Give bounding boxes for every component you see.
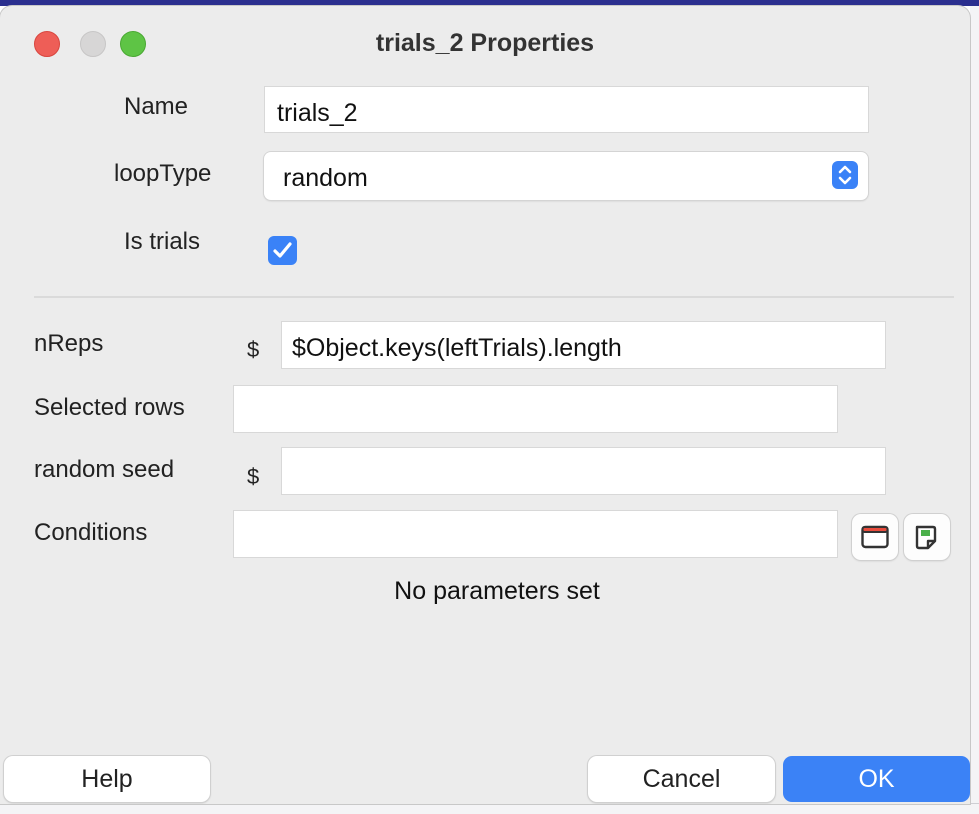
selected-rows-input[interactable] — [233, 385, 838, 433]
properties-dialog: trials_2 Properties Name trials_2 loopTy… — [0, 6, 970, 804]
is-trials-label: Is trials — [124, 228, 201, 255]
desktop-backdrop-right — [970, 6, 979, 814]
document-icon — [915, 525, 937, 550]
loop-type-label: loopType — [114, 160, 212, 187]
loop-type-value: random — [283, 164, 368, 192]
nreps-input[interactable]: $Object.keys(leftTrials).length — [281, 321, 886, 369]
title-bar: trials_2 Properties — [0, 6, 970, 72]
random-seed-input[interactable] — [281, 447, 886, 495]
section-divider — [34, 296, 954, 298]
checkmark-icon — [273, 242, 292, 258]
conditions-input[interactable] — [233, 510, 838, 558]
preview-conditions-button[interactable] — [904, 514, 950, 560]
desktop-backdrop-bottom — [0, 803, 979, 814]
open-conditions-file-button[interactable] — [852, 514, 898, 560]
nreps-label: nReps — [34, 330, 104, 357]
folder-icon — [861, 525, 889, 549]
ok-button[interactable]: OK — [783, 756, 970, 802]
selected-rows-label: Selected rows — [34, 394, 185, 421]
chevron-up-down-icon — [832, 161, 858, 189]
random-seed-dollar-prefix: $ — [247, 464, 260, 489]
nreps-dollar-prefix: $ — [247, 337, 260, 362]
name-label: Name — [124, 93, 189, 120]
is-trials-checkbox[interactable] — [268, 236, 297, 265]
help-button[interactable]: Help — [4, 756, 210, 802]
name-input[interactable]: trials_2 — [264, 86, 869, 133]
cancel-button[interactable]: Cancel — [588, 756, 775, 802]
no-parameters-message: No parameters set — [394, 577, 600, 605]
window-title: trials_2 Properties — [375, 29, 595, 57]
random-seed-label: random seed — [34, 456, 175, 483]
conditions-label: Conditions — [34, 519, 148, 546]
loop-type-select[interactable]: random — [264, 152, 868, 200]
